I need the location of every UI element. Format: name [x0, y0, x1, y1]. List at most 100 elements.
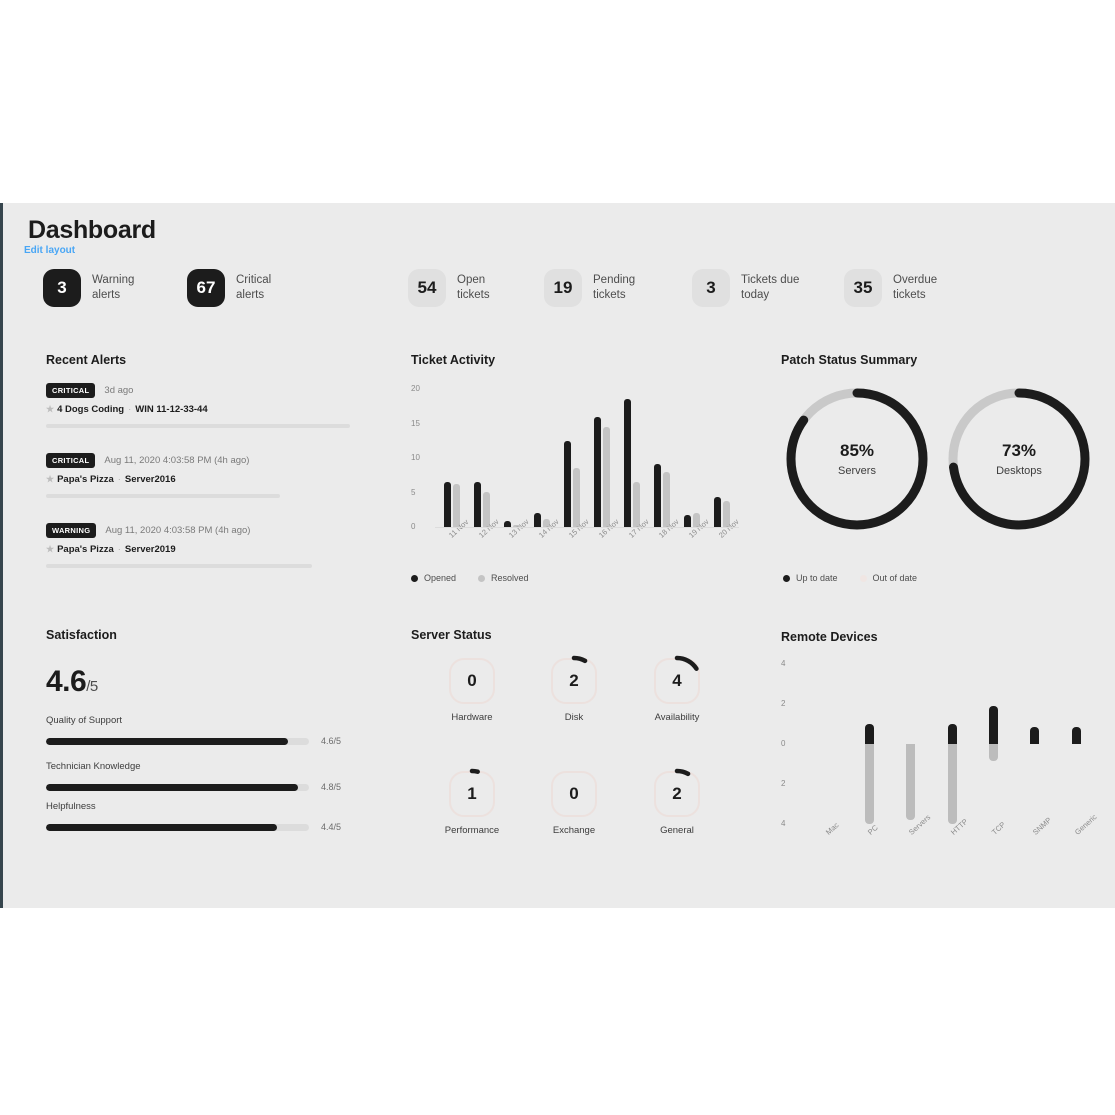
- x-axis-tick: PC: [865, 823, 880, 837]
- chart-bar: [533, 513, 542, 527]
- chart-bar: [473, 482, 482, 527]
- y-axis-tick: 20: [411, 384, 420, 393]
- metric-value: 4.8/5: [321, 782, 342, 792]
- progress-track: [46, 783, 309, 791]
- kpi-label: Critical alerts: [236, 273, 272, 301]
- legend-dot-icon: [411, 574, 418, 582]
- server-status-gauge-exchange[interactable]: 0 Exchange: [551, 771, 597, 836]
- alert-item[interactable]: CRITICAL 3d ago ★ 4 Dogs Coding · WIN 11…: [46, 383, 366, 428]
- chart-bar-negative: [906, 744, 916, 820]
- y-axis-tick: 2: [781, 779, 786, 788]
- alert-header: CRITICAL 3d ago: [46, 383, 366, 398]
- alert-detail: ★ Papa's Pizza · Server2019: [46, 544, 366, 555]
- kpi-tickets-due-today[interactable]: 3 Tickets due today: [692, 269, 799, 307]
- gauge-arc-svg: [548, 655, 600, 707]
- chart-bar-negative: [988, 744, 998, 761]
- gauge-value: 0: [449, 658, 495, 704]
- x-axis-tick: TCP: [989, 819, 1008, 837]
- satisfaction-score-value: 4.6: [46, 665, 87, 698]
- alert-device: Server2016: [124, 474, 176, 485]
- alert-detail: ★ Papa's Pizza · Server2016: [46, 474, 366, 485]
- gauge-arc-svg: [651, 655, 703, 707]
- metric-bar-row: 4.6/5: [46, 736, 376, 746]
- metric-label: Quality of Support: [46, 715, 123, 726]
- kpi-open-tickets[interactable]: 54 Open tickets: [408, 269, 490, 307]
- chart-bar: [653, 463, 662, 527]
- chart-bar-negative: [864, 744, 874, 824]
- donut-center-label: 85% Servers: [781, 441, 933, 477]
- kpi-value: 19: [544, 269, 582, 307]
- kpi-value: 3: [43, 269, 81, 307]
- server-status-gauge-disk[interactable]: 2 Disk: [548, 655, 600, 723]
- chart-bar-positive: [1071, 727, 1081, 744]
- patch-status-title: Patch Status Summary: [781, 353, 918, 367]
- gauge-label: Hardware: [451, 712, 493, 723]
- alert-time: 3d ago: [104, 385, 134, 396]
- ticket-activity-legend: Opened Resolved: [411, 573, 551, 583]
- kpi-critical-alerts[interactable]: 67 Critical alerts: [187, 269, 271, 307]
- donut-name: Desktops: [996, 465, 1042, 477]
- kpi-warning-alerts[interactable]: 3 Warning alerts: [43, 269, 134, 307]
- status-badge: WARNING: [46, 523, 97, 538]
- alert-time: Aug 11, 2020 4:03:58 PM (4h ago): [104, 455, 250, 466]
- kpi-label: Open tickets: [457, 273, 490, 301]
- x-axis-line: [435, 527, 739, 528]
- satisfaction-metric-knowledge: Technician Knowledge 4.8/5: [46, 761, 376, 792]
- chart-bar: [683, 515, 692, 527]
- gauge-label: Availability: [654, 712, 700, 723]
- server-status-gauge-hardware[interactable]: 0 Hardware: [449, 658, 495, 723]
- satisfaction-metric-helpfulness: Helpfulness 4.4/5: [46, 801, 376, 832]
- chart-bar: [572, 468, 581, 527]
- alert-separator: ·: [117, 474, 121, 485]
- server-status-gauge-availability[interactable]: 4 Availability: [651, 655, 703, 723]
- donut-name: Servers: [838, 465, 876, 477]
- patch-status-donuts: 85% Servers 73% Desktops: [781, 383, 1101, 563]
- status-badge: CRITICAL: [46, 383, 96, 398]
- y-axis-tick: 4: [781, 819, 786, 828]
- alert-separator: ·: [128, 404, 132, 415]
- alert-item[interactable]: WARNING Aug 11, 2020 4:03:58 PM (4h ago)…: [46, 523, 366, 568]
- patch-status-legend: Up to date Out of date: [783, 573, 939, 583]
- alert-device: Server2019: [124, 544, 176, 555]
- chart-bar-positive: [947, 724, 957, 744]
- kpi-label: Pending tickets: [593, 273, 636, 301]
- kpi-label: Warning alerts: [92, 273, 135, 301]
- x-axis-tick: Mac: [824, 820, 841, 837]
- edit-layout-link[interactable]: Edit layout: [24, 245, 75, 256]
- satisfaction-score: 4.6/5: [46, 665, 98, 699]
- legend-dot-icon: [478, 574, 486, 582]
- chart-bar: [623, 399, 632, 527]
- chart-bar: [602, 426, 611, 527]
- progress-fill: [46, 783, 299, 791]
- alert-detail: ★ 4 Dogs Coding · WIN 11-12-33-44: [46, 404, 366, 415]
- chart-bar: [593, 416, 602, 527]
- chart-bar: [563, 440, 572, 527]
- server-status-gauge-performance[interactable]: 1 Performance: [445, 768, 499, 836]
- x-axis-tick: SNMP: [1031, 815, 1054, 837]
- donut-center-label: 73% Desktops: [943, 441, 1095, 477]
- gauge-arc-svg: [651, 768, 703, 820]
- kpi-pending-tickets[interactable]: 19 Pending tickets: [544, 269, 635, 307]
- chart-bar: [713, 497, 722, 527]
- server-status-gauge-general[interactable]: 2 General: [651, 768, 703, 836]
- alert-divider-bar: [46, 424, 350, 428]
- alert-item[interactable]: CRITICAL Aug 11, 2020 4:03:58 PM (4h ago…: [46, 453, 366, 498]
- server-status-title: Server Status: [411, 628, 492, 642]
- metric-value: 4.4/5: [321, 822, 342, 832]
- legend-label: Up to date: [796, 573, 838, 583]
- kpi-value: 67: [187, 269, 225, 307]
- alert-header: WARNING Aug 11, 2020 4:03:58 PM (4h ago): [46, 523, 366, 538]
- metric-bar-row: 4.8/5: [46, 782, 376, 792]
- satisfaction-metric-quality: Quality of Support 4.6/5: [46, 715, 376, 746]
- alert-client: Papa's Pizza: [57, 474, 114, 485]
- y-axis-tick: 0: [411, 522, 416, 531]
- metric-value: 4.6/5: [321, 736, 342, 746]
- y-axis-tick: 15: [411, 418, 420, 428]
- kpi-overdue-tickets[interactable]: 35 Overdue tickets: [844, 269, 937, 307]
- page-title: Dashboard: [28, 216, 156, 244]
- star-icon: ★: [46, 474, 55, 484]
- metric-label: Technician Knowledge: [46, 761, 141, 772]
- dashboard-panel: Dashboard Edit layout 3 Warning alerts 6…: [0, 203, 1115, 908]
- legend-label: Resolved: [491, 573, 529, 583]
- recent-alerts-title: Recent Alerts: [46, 353, 127, 367]
